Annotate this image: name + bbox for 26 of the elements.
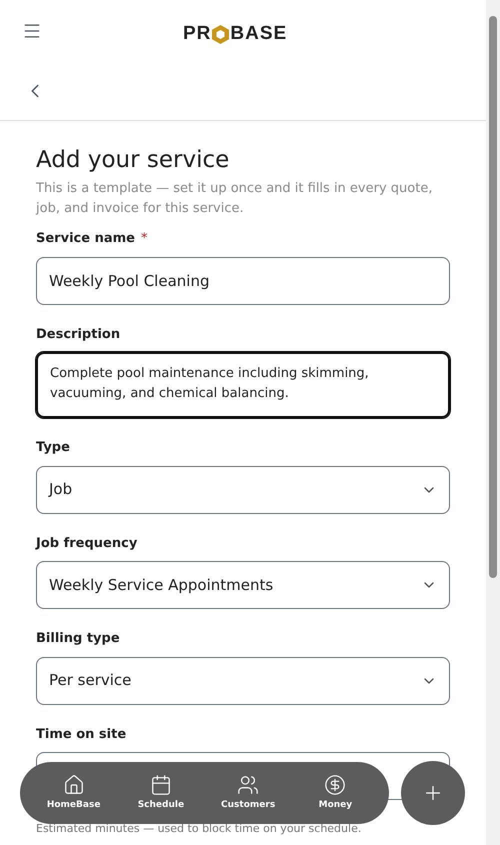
house-icon — [62, 774, 85, 796]
field-hint: Estimated minutes — used to block time on your schedule. — [36, 823, 362, 835]
field-label: Time on site — [36, 726, 126, 744]
description-field[interactable]: Complete pool maintenance including skimming, vacuuming, and chemical balancing. — [36, 352, 450, 418]
nav-item[interactable]: HomeBase — [34, 774, 114, 812]
field-label: Service name — [36, 230, 135, 248]
scrollbar[interactable] — [486, 0, 500, 845]
people-icon — [237, 774, 260, 796]
page-title: Add your service — [36, 146, 230, 175]
nav-item[interactable]: Schedule — [120, 774, 201, 812]
field-label: Job frequency — [36, 534, 138, 552]
nav-item[interactable]: Customers — [208, 774, 288, 812]
hexagon-icon — [212, 24, 230, 44]
nav-item[interactable]: Money — [295, 774, 376, 812]
field-label: Type — [36, 439, 70, 457]
logo: PR BASE — [183, 22, 288, 46]
page-subtitle: This is a template — set it up once and it fills in every quote, job, and invoice for this service. — [36, 180, 434, 218]
field-label: Billing type — [36, 630, 120, 648]
required-asterisk: * — [140, 230, 148, 248]
calendar-icon — [150, 774, 172, 796]
field-label: Description — [36, 326, 120, 344]
text-field[interactable]: Weekly Pool Cleaning — [36, 256, 450, 304]
dollar-icon — [324, 774, 346, 796]
select-field[interactable]: Per service — [36, 656, 450, 704]
select-field[interactable]: Weekly Service Appointments — [36, 561, 450, 609]
select-field[interactable]: Job — [36, 466, 450, 514]
